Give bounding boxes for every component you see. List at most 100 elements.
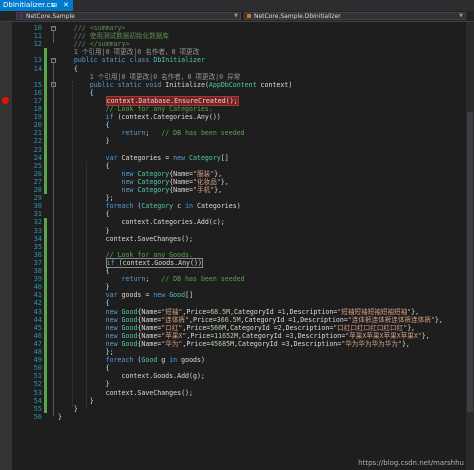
code-line: } [58, 380, 110, 389]
line-number: 21 [33, 129, 42, 138]
line-number: 13 [33, 56, 42, 65]
line-number: 24 [33, 153, 42, 162]
line-number: 42 [33, 299, 42, 308]
code-line: return; // DB has been seeded [121, 129, 245, 138]
project-dropdown[interactable]: NetCore.Sample ▼ [16, 12, 241, 20]
code-line: } [58, 396, 94, 405]
line-number: 25 [33, 161, 42, 170]
line-number: 27 [33, 177, 42, 186]
type-dropdown-label: NetCore.Sample.DbInitializer [254, 13, 341, 20]
class-icon [247, 14, 251, 18]
line-number: 48 [33, 348, 42, 356]
scrollbar-thumb[interactable] [467, 112, 473, 412]
indicator-margin[interactable] [0, 22, 12, 470]
line-number: 15 [33, 80, 42, 89]
line-number: 52 [33, 380, 42, 389]
line-number: 33 [33, 226, 42, 235]
change-indicator [44, 218, 47, 413]
line-number [14, 73, 42, 81]
chevron-down-icon: ▼ [234, 13, 238, 19]
code-line: public static class DbInitializer [73, 56, 205, 65]
line-number: 11 [33, 32, 42, 41]
line-number: 56 [33, 412, 42, 421]
line-number: 29 [33, 194, 42, 203]
breakpoint-code-line: context.Database.EnsureCreated(); [58, 95, 239, 106]
tab-dbinitializer[interactable]: DbInitializer.cs ⊞ ✕ [0, 0, 73, 11]
code-line: new Good{Name="连体裤",Price=366.5M,Categor… [105, 315, 443, 324]
line-number: 16 [33, 88, 42, 97]
code-line: } [58, 412, 62, 421]
code-line: new Good{Name="苹果X",Price=11652M,Categor… [105, 331, 430, 340]
code-line: } [58, 137, 110, 146]
code-line: new Category{Name="服装"}, [121, 169, 223, 178]
line-number: 19 [33, 113, 42, 122]
line-number: 32 [33, 218, 42, 227]
code-line: } [58, 404, 78, 413]
fold-guide [53, 87, 54, 408]
line-number: 37 [33, 258, 42, 267]
line-number: 46 [33, 331, 42, 340]
code-editor[interactable]: /// <summary> /// 使用测试数据初始化数据库 /// </sum… [58, 22, 467, 470]
code-line: new Category{Name="手机"}, [121, 186, 223, 194]
line-number: 20 [33, 121, 42, 130]
code-line: var goods = new Good[] [105, 291, 194, 300]
line-number: 49 [33, 356, 42, 365]
line-number: 45 [33, 323, 42, 332]
line-number: 30 [33, 202, 42, 211]
line-number: 36 [33, 250, 42, 259]
code-line: public static void Initialize(AppDbConte… [89, 80, 293, 89]
close-icon[interactable]: ✕ [63, 0, 69, 11]
current-line-box: if (context.Goods.Any()) [105, 257, 203, 268]
type-dropdown[interactable]: NetCore.Sample.DbInitializer ▼ [244, 12, 466, 20]
code-line: { [58, 210, 110, 219]
line-number: 54 [33, 396, 42, 405]
line-number: 38 [33, 267, 42, 275]
code-line: if (context.Goods.Any()) [58, 257, 203, 268]
code-line: } [58, 226, 110, 235]
navigation-bar: NetCore.Sample ▼ NetCore.Sample.DbInitia… [0, 11, 474, 22]
change-indicator [44, 48, 47, 195]
line-number: 43 [33, 307, 42, 316]
line-number: 18 [33, 105, 42, 113]
fold-guide [53, 31, 54, 44]
line-number: 31 [33, 210, 42, 219]
line-number: 40 [33, 283, 42, 292]
indent-guide [86, 161, 87, 407]
collapse-icon[interactable]: − [51, 25, 56, 31]
line-number: 50 [33, 364, 42, 373]
tab-title: DbInitializer.cs [3, 1, 55, 9]
line-number: 53 [33, 388, 42, 397]
code-line: new Good{Name="华为",Price=45685M,Category… [105, 339, 410, 348]
code-line: { [58, 161, 110, 170]
line-number: 41 [33, 291, 42, 300]
code-line: { [58, 88, 94, 97]
project-dropdown-label: NetCore.Sample [26, 13, 75, 20]
code-line: context.Categories.Add(c); [58, 218, 225, 227]
indent-guide [72, 80, 73, 407]
line-number: 44 [33, 315, 42, 324]
code-line: foreach (Good g in goods) [105, 356, 205, 365]
watermark: https://blog.csdn.net/marshhu [358, 459, 464, 467]
code-line: { [58, 299, 110, 308]
chevron-down-icon: ▼ [459, 13, 463, 19]
code-line: { [58, 121, 110, 130]
line-number: 26 [33, 169, 42, 178]
pin-icon[interactable]: ⊞ [52, 0, 57, 11]
line-number: 10 [33, 24, 42, 32]
line-number: 14 [33, 64, 42, 73]
line-number [14, 48, 42, 56]
codelens-hint[interactable]: 1 个引用|0 项更改|0 名作者，0 项更改 [58, 48, 199, 56]
vertical-scrollbar[interactable] [466, 22, 474, 470]
codelens-hint[interactable]: 1 个引用|0 项更改|0 名作者，0 项更改|0 异常 [58, 73, 241, 81]
code-line: var Categories = new Category[] [105, 153, 229, 162]
code-line: new Good{Name="口红",Price=566M,CategoryId… [105, 323, 416, 332]
tab-bar: DbInitializer.cs ⊞ ✕ [0, 0, 474, 11]
line-number: 12 [33, 40, 42, 49]
collapse-icon[interactable]: − [51, 57, 56, 63]
code-line: new Category{Name="化妆品"}, [121, 177, 229, 186]
code-line: { [58, 64, 78, 73]
csharp-project-icon [19, 14, 23, 18]
code-line: context.Goods.Add(g); [58, 372, 205, 381]
code-line: /// <summary> [58, 24, 126, 32]
code-line: new Good{Name="短袖",Price=68.5M,CategoryI… [105, 307, 420, 316]
